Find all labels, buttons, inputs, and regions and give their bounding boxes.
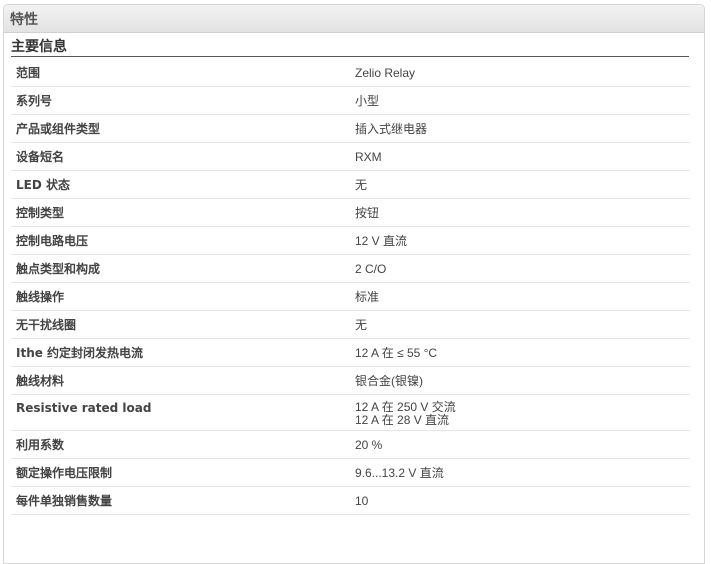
spec-row: 触点类型和构成 2 C/O [11,255,690,283]
spec-row: 每件单独销售数量 10 [11,487,690,515]
spec-value-line: 20 % [355,438,383,452]
spec-label: 系列号 [16,94,53,108]
spec-value-line: RXM [355,150,382,164]
spec-value: 无 [355,171,690,198]
spec-label: 触线材料 [16,374,65,388]
spec-row: 额定操作电压限制 9.6...13.2 V 直流 [11,459,690,487]
spec-label: Ithe 约定封闭发热电流 [16,346,144,360]
spec-value-line: 12 A 在 ≤ 55 °C [355,346,438,360]
spec-value: 2 C/O [355,255,690,282]
spec-value-line: 银合金(银镍) [355,374,423,388]
spec-value: 银合金(银镍) [355,367,690,394]
spec-row: 设备短名 RXM [11,143,690,171]
spec-row: 产品或组件类型 插入式继电器 [11,115,690,143]
spec-value-line: 无 [355,178,368,192]
spec-value: 12 A 在 250 V 交流 12 A 在 28 V 直流 [355,395,690,430]
spec-table: 范围 Zelio Relay 系列号 小型产品或组件类型 插入式继电器设备短名 RXM LE… [11,59,690,515]
spec-value: 无 [355,311,690,338]
spec-row: 控制类型 按钮 [11,199,690,227]
spec-value-line: 2 C/O [355,262,387,276]
spec-row: 控制电路电压 12 V 直流 [11,227,690,255]
spec-value-line: 12 V 直流 [355,234,408,248]
spec-value-line: 10 [355,494,369,508]
spec-label: 产品或组件类型 [16,122,101,136]
spec-label: 每件单独销售数量 [16,494,113,508]
spec-label: LED 状态 [16,178,70,192]
spec-value: 按钮 [355,199,690,226]
spec-value-line: 无 [355,318,368,332]
spec-row: 无干扰线圈 无 [11,311,690,339]
spec-value: 小型 [355,87,690,114]
panel-title: 特性 [4,5,704,33]
spec-label: 设备短名 [16,150,65,164]
spec-value: RXM [355,143,690,170]
spec-value-line: 标准 [355,290,380,304]
spec-row: 触线材料 银合金(银镍) [11,367,690,395]
spec-value-line: 12 A 在 28 V 直流 [355,413,450,427]
spec-value-line: 按钮 [355,206,380,220]
spec-row: 系列号 小型 [11,87,690,115]
spec-label: 额定操作电压限制 [16,466,113,480]
spec-value-line: 9.6...13.2 V 直流 [355,466,444,480]
spec-value-line: 插入式继电器 [355,122,428,136]
spec-label: 控制类型 [16,206,65,220]
spec-value: Zelio Relay [355,59,690,86]
spec-label: 利用系数 [16,438,65,452]
spec-label: 触点类型和构成 [16,262,101,276]
spec-value: 20 % [355,431,690,458]
spec-value: 12 V 直流 [355,227,690,254]
spec-value: 标准 [355,283,690,310]
spec-value: 插入式继电器 [355,115,690,142]
spec-row: Resistive rated load 12 A 在 250 V 交流 12 A … [11,395,690,431]
spec-row: 范围 Zelio Relay [11,59,690,87]
spec-row: Ithe 约定封闭发热电流 12 A 在 ≤ 55 °C [11,339,690,367]
spec-value-line: 小型 [355,94,380,108]
spec-row: LED 状态 无 [11,171,690,199]
spec-label: 无干扰线圈 [16,318,77,332]
spec-value-line: Zelio Relay [355,66,416,80]
spec-label: Resistive rated load [16,401,152,415]
spec-value: 10 [355,487,690,514]
section-title: 主要信息 [11,36,689,57]
spec-row: 利用系数 20 % [11,431,690,459]
spec-label: 范围 [16,66,41,80]
spec-row: 触线操作 标准 [11,283,690,311]
spec-value: 12 A 在 ≤ 55 °C [355,339,690,366]
spec-label: 控制电路电压 [16,234,89,248]
spec-value: 9.6...13.2 V 直流 [355,459,690,486]
spec-label: 触线操作 [16,290,65,304]
